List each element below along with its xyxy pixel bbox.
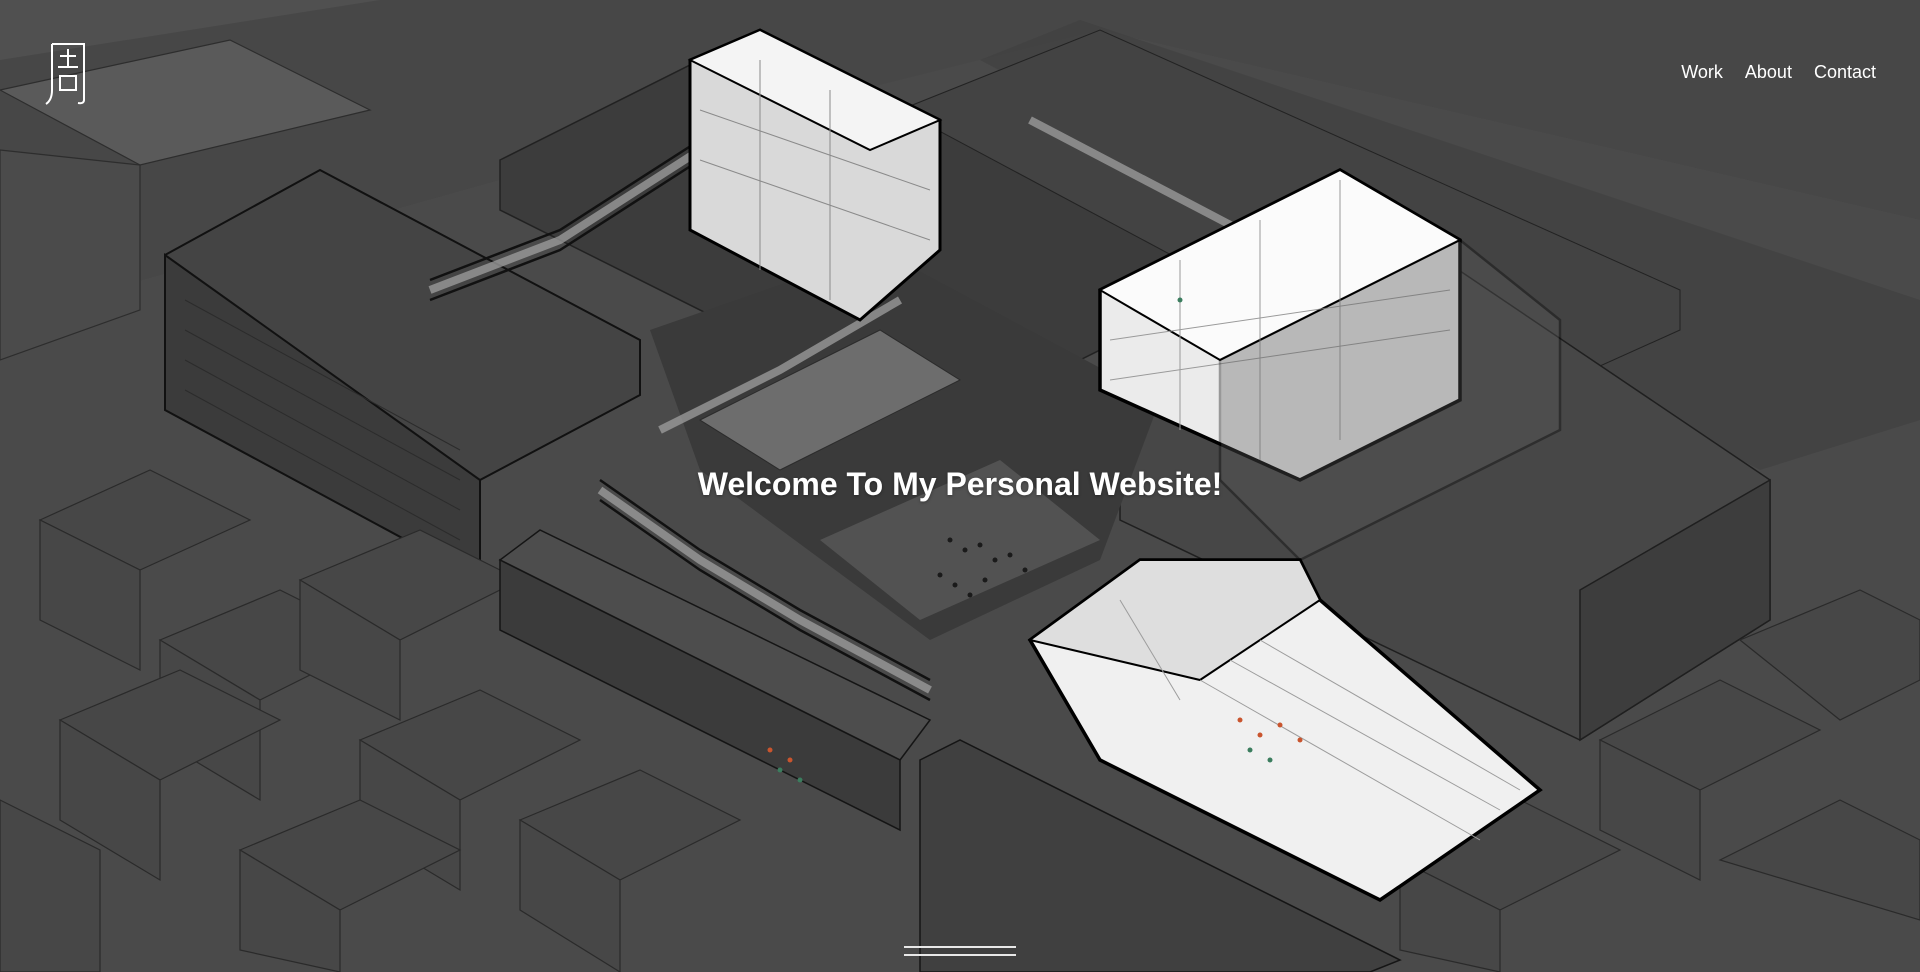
scroll-down-indicator[interactable]	[904, 946, 1016, 958]
scroll-indicator-line	[904, 954, 1016, 956]
nav-link-work[interactable]: Work	[1681, 62, 1723, 83]
site-logo[interactable]	[44, 40, 90, 106]
logo-glyph-icon	[45, 43, 85, 105]
nav-link-contact[interactable]: Contact	[1814, 62, 1876, 83]
scroll-indicator-line	[904, 946, 1016, 948]
page: Work About Contact Welcome To My Persona…	[0, 0, 1920, 972]
nav-link-about[interactable]: About	[1745, 62, 1792, 83]
main-nav: Work About Contact	[1681, 62, 1876, 83]
hero-title: Welcome To My Personal Website!	[697, 466, 1223, 502]
